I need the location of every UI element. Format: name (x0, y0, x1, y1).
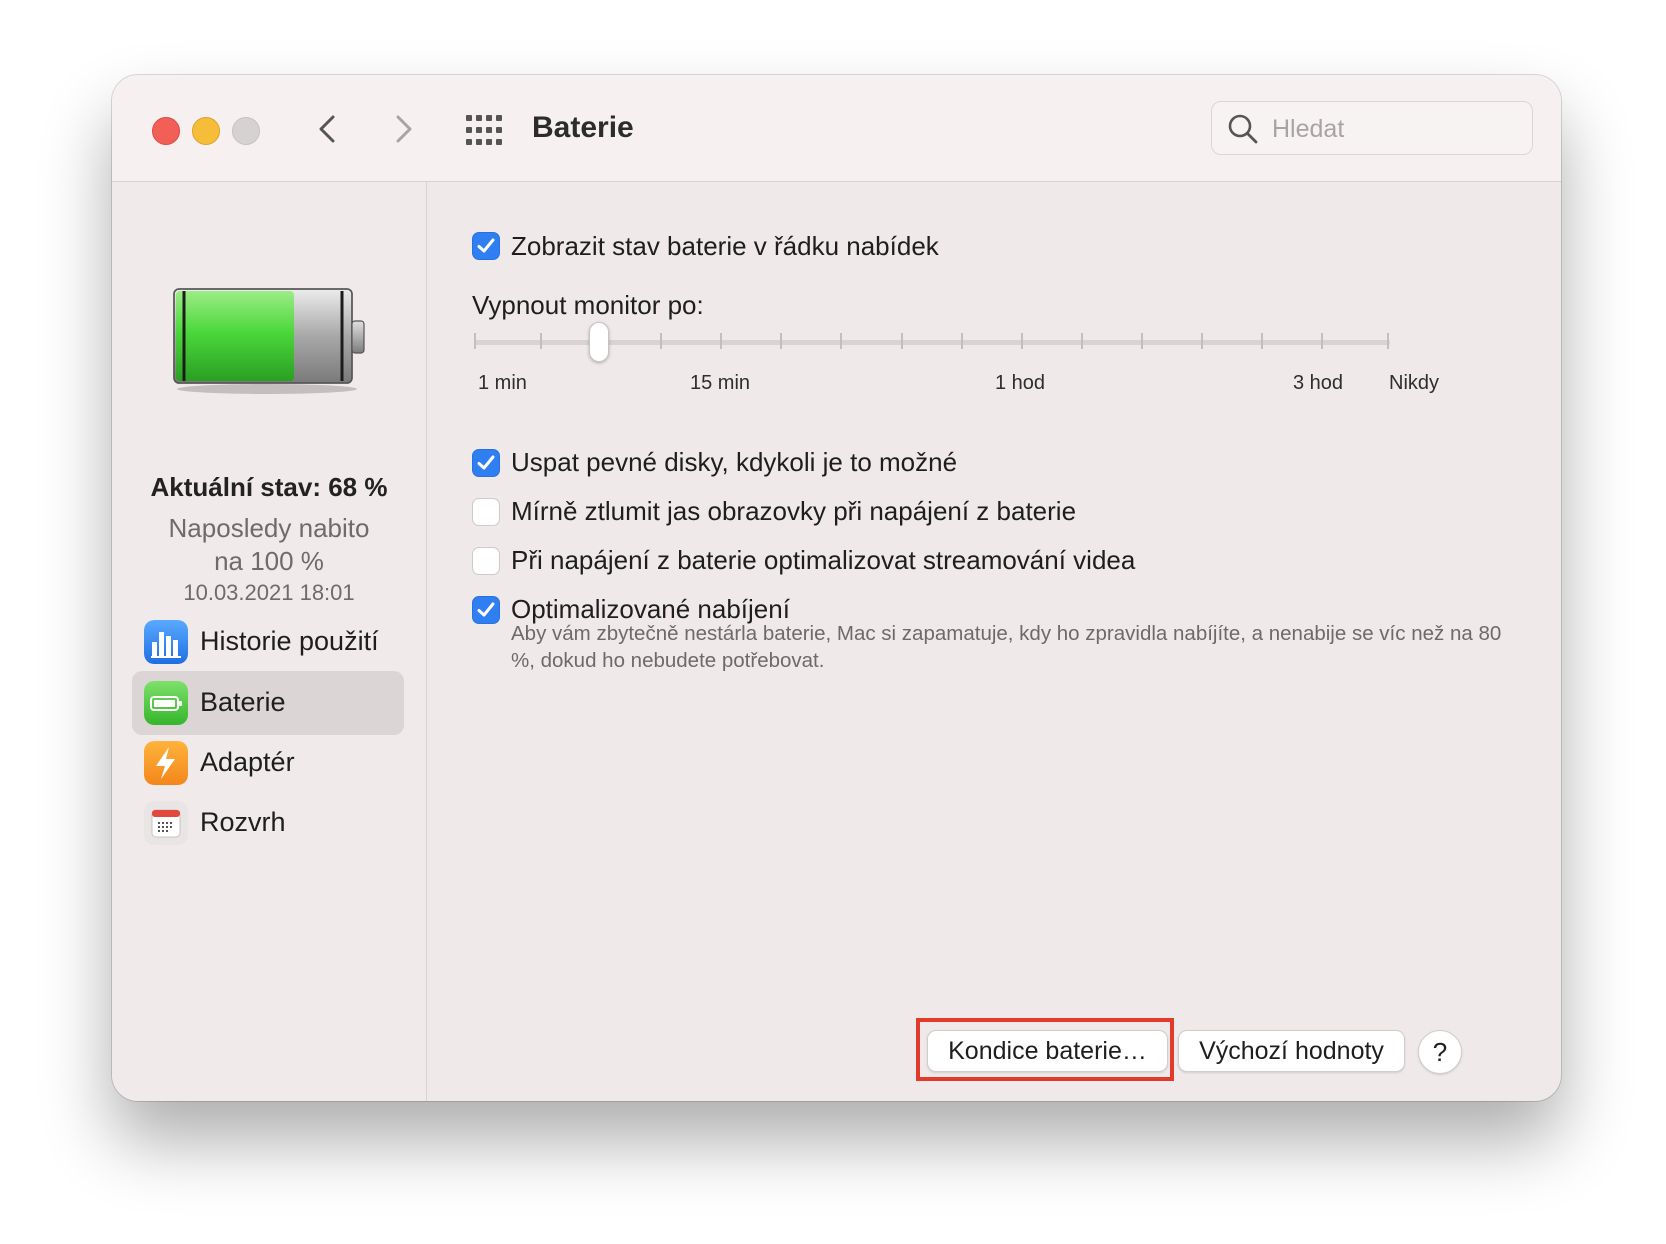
search-input[interactable] (1270, 110, 1524, 148)
battery-level-fill (176, 291, 294, 381)
optimize-video-checkbox[interactable] (472, 547, 500, 575)
battery-status-icon (173, 288, 365, 394)
sidebar-item-battery[interactable]: Baterie (132, 671, 404, 735)
slider-tick (1201, 333, 1203, 349)
slider-tick (1261, 333, 1263, 349)
show-all-button[interactable] (464, 113, 504, 147)
dim-display-label: Mírně ztlumit jas obrazovky při napájení… (511, 496, 1077, 526)
optimized-charging-description: Aby vám zbytečně nestárla baterie, Mac s… (511, 622, 1502, 672)
tick-label-15-min: 15 min (690, 372, 751, 394)
sidebar-item-label: Baterie (200, 687, 286, 717)
tick-label-never: Nikdy (1389, 372, 1440, 394)
sidebar-item-label: Adaptér (200, 747, 295, 777)
slider-tick (840, 333, 842, 349)
tick-label-3-hours: 3 hod (1293, 372, 1344, 394)
battery-icon (144, 681, 188, 725)
display-sleep-slider-thumb[interactable] (589, 322, 609, 362)
slider-tick (1141, 333, 1143, 349)
close-button[interactable] (152, 117, 180, 145)
slider-tick (540, 333, 542, 349)
window-title: Baterie (532, 111, 634, 144)
slider-tick (901, 333, 903, 349)
display-sleep-label: Vypnout monitor po: (472, 290, 704, 320)
sidebar-item-label: Rozvrh (200, 807, 286, 837)
sidebar-item-usage-history[interactable]: Historie použití (132, 610, 404, 674)
checkmark-icon (477, 455, 495, 470)
chart-icon (144, 620, 188, 664)
tick-label-1-hour: 1 hod (995, 372, 1046, 394)
grid-icon (466, 115, 502, 145)
slider-tick (660, 333, 662, 349)
title-bar: Baterie (112, 75, 1561, 182)
slider-tick (780, 333, 782, 349)
search-icon (1228, 114, 1258, 144)
checkmark-icon (477, 238, 495, 253)
sidebar-item-adapter[interactable]: Adaptér (132, 731, 404, 795)
slider-tick (474, 333, 476, 349)
optimized-charging-checkbox[interactable] (472, 596, 500, 624)
display-sleep-slider-track[interactable] (474, 340, 1390, 345)
battery-settings-panel: Zobrazit stav baterie v řádku nabídek Vy… (427, 182, 1561, 1101)
forward-button[interactable] (382, 109, 422, 149)
slider-tick (1081, 333, 1083, 349)
battery-status-text: Aktuální stav: 68 % (150, 472, 388, 502)
sidebar-item-label: Historie použití (200, 626, 379, 656)
chevron-right-icon (396, 115, 412, 143)
sleep-disks-checkbox[interactable] (472, 449, 500, 477)
show-battery-status-checkbox[interactable] (472, 232, 500, 260)
search-field[interactable] (1211, 101, 1533, 155)
checkmark-icon (477, 602, 495, 617)
battery-health-button[interactable]: Kondice baterie… (927, 1030, 1168, 1072)
sleep-disks-label: Uspat pevné disky, kdykoli je to možné (511, 447, 958, 477)
help-button[interactable]: ? (1418, 1030, 1462, 1074)
slider-tick (1021, 333, 1023, 349)
slider-tick (1321, 333, 1323, 349)
chevron-left-icon (319, 115, 335, 143)
show-battery-status-label: Zobrazit stav baterie v řádku nabídek (511, 231, 939, 261)
last-charged-line2: na 100 % (214, 546, 324, 576)
back-button[interactable] (309, 109, 349, 149)
slider-tick (961, 333, 963, 349)
tick-label-1-min: 1 min (478, 372, 527, 394)
restore-defaults-button[interactable]: Výchozí hodnoty (1178, 1030, 1405, 1072)
bolt-icon (144, 741, 188, 785)
calendar-icon (144, 801, 188, 845)
minimize-button[interactable] (192, 117, 220, 145)
last-charged-line1: Naposledy nabito (168, 513, 370, 543)
dim-display-checkbox[interactable] (472, 498, 500, 526)
sidebar-item-schedule[interactable]: Rozvrh (132, 791, 404, 855)
preferences-window: Baterie Hledat Aktuální stav: 68 % Napos… (112, 75, 1561, 1101)
zoom-button[interactable] (232, 117, 260, 145)
sidebar: Aktuální stav: 68 % Naposledy nabito na … (112, 182, 427, 1101)
optimize-video-label: Při napájení z baterie optimalizovat str… (511, 545, 1136, 575)
slider-tick (1387, 333, 1389, 349)
last-charged-text: Naposledy nabito na 100 % (112, 512, 426, 578)
last-charged-date: 10.03.2021 18:01 (183, 580, 355, 605)
slider-tick (720, 333, 722, 349)
